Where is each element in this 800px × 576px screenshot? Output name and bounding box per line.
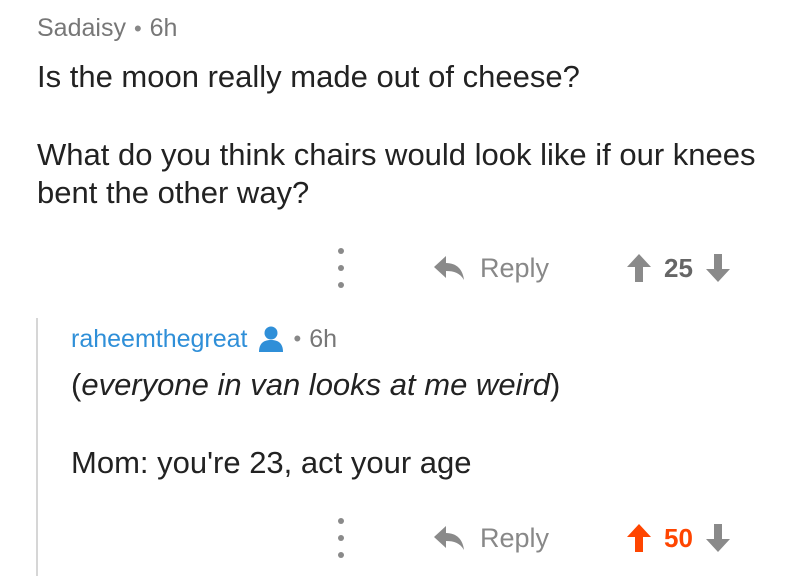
user-icon [258,326,283,352]
comment-meta: raheemthegreat • 6h [71,324,337,354]
comment-raheemthegreat: raheemthegreat • 6h (everyone in van loo… [0,300,800,576]
comment-author[interactable]: Sadaisy [37,14,126,43]
paren-open: ( [71,367,82,402]
downvote-arrow-icon[interactable] [705,253,731,283]
reply-icon [434,256,464,280]
more-vertical-icon[interactable] [335,248,347,288]
comment-body-line: Is the moon really made out of cheese? [37,59,580,94]
comment-author[interactable]: raheemthegreat [71,325,248,354]
comment-actions: Reply 50 [0,513,800,563]
vote-controls: 25 [626,253,731,284]
comment-sadaisy: Sadaisy • 6h Is the moon really made out… [0,0,800,300]
reply-button[interactable]: Reply [432,253,549,284]
comment-age: 6h [149,14,178,42]
upvote-arrow-icon[interactable] [626,253,652,283]
reply-label: Reply [480,522,550,553]
downvote-arrow-icon[interactable] [705,523,731,553]
reply-label: Reply [480,252,550,283]
meta-separator: • [133,15,142,41]
vote-controls: 50 [626,523,731,554]
more-vertical-icon[interactable] [335,518,347,558]
vote-score: 25 [664,252,693,283]
reply-button[interactable]: Reply [432,523,549,554]
paren-close: ) [550,367,561,402]
comment-actions: Reply 25 [0,243,800,293]
italic-text: everyone in van looks at me weird [81,367,551,402]
vote-score: 50 [664,522,693,553]
meta-separator: • [293,326,302,351]
reply-icon [434,526,464,550]
upvote-arrow-icon[interactable] [626,523,652,553]
comment-meta: Sadaisy • 6h [37,14,177,43]
comment-body-line: Mom: you're 23, act your age [71,445,472,480]
comment-body-line: (everyone in van looks at me weird) [71,366,560,404]
comment-body-line: What do you think chairs would look like… [37,137,756,210]
comment-age: 6h [309,324,338,353]
